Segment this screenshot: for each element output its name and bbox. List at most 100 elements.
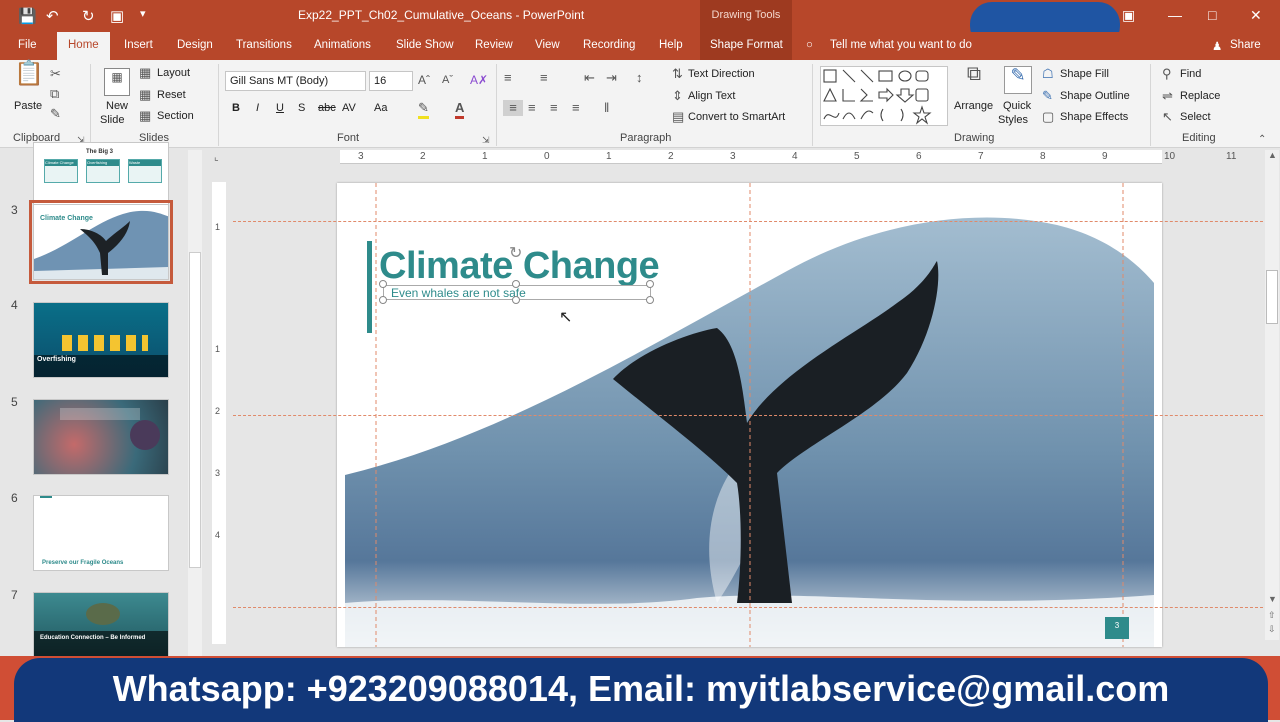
strikethrough-button[interactable]: abc: [318, 102, 336, 114]
tab-insert[interactable]: Insert: [124, 39, 153, 51]
character-spacing-button[interactable]: AV: [342, 102, 356, 114]
shape-fill-button[interactable]: Shape Fill: [1060, 68, 1109, 80]
share-button[interactable]: Share: [1230, 39, 1261, 51]
arrange-icon[interactable]: ⧉: [960, 64, 988, 94]
tab-file[interactable]: File: [18, 39, 37, 51]
clear-formatting-icon[interactable]: A✗: [470, 72, 488, 88]
line-spacing-icon[interactable]: ↕: [636, 70, 643, 86]
thumbnail-slide-6[interactable]: Preserve our Fragile Oceans: [33, 495, 169, 571]
shapes-gallery[interactable]: [820, 66, 948, 126]
scroll-down-icon[interactable]: ▼: [1268, 594, 1277, 604]
shape-effects-button[interactable]: Shape Effects: [1060, 111, 1128, 123]
tab-shape-format[interactable]: Shape Format: [710, 39, 783, 51]
text-direction-icon[interactable]: ⇅: [672, 66, 683, 82]
tab-home[interactable]: Home: [57, 32, 110, 60]
align-center-icon[interactable]: ≡: [528, 100, 536, 116]
replace-icon[interactable]: ⇌: [1162, 88, 1173, 104]
smartart-icon[interactable]: ▤: [672, 109, 684, 125]
font-size-combo[interactable]: 16: [369, 71, 413, 91]
customize-icon[interactable]: ▾: [140, 7, 146, 20]
thumbnail-slide-5[interactable]: [33, 399, 169, 475]
new-slide-icon[interactable]: ▦: [104, 68, 130, 96]
copy-icon[interactable]: ⧉: [50, 86, 59, 102]
scroll-up-icon[interactable]: ▲: [1268, 150, 1277, 160]
tab-transitions[interactable]: Transitions: [236, 39, 292, 51]
resize-handle[interactable]: [646, 280, 654, 288]
collapse-ribbon-icon[interactable]: ⌃: [1258, 132, 1266, 148]
align-left-icon[interactable]: ≡: [503, 100, 523, 116]
font-dialog-launcher-icon[interactable]: ⇲: [482, 132, 490, 148]
thumbnail-slide-3[interactable]: Climate Change: [29, 200, 173, 284]
change-case-button[interactable]: Aa: [374, 102, 387, 114]
highlight-icon[interactable]: ✎: [418, 100, 429, 119]
cut-icon[interactable]: ✂: [50, 66, 61, 82]
resize-handle[interactable]: [379, 296, 387, 304]
tab-view[interactable]: View: [535, 39, 560, 51]
text-direction-button[interactable]: Text Direction: [688, 68, 755, 80]
save-icon[interactable]: 💾: [18, 7, 37, 25]
share-icon[interactable]: ♟: [1212, 39, 1222, 53]
select-icon[interactable]: ↖: [1162, 109, 1173, 125]
paste-icon[interactable]: 📋: [14, 62, 44, 96]
numbering-icon[interactable]: ≡: [540, 70, 548, 86]
layout-button[interactable]: Layout: [157, 67, 190, 79]
justify-icon[interactable]: ≡: [572, 100, 580, 116]
minimize-icon[interactable]: —: [1168, 7, 1182, 23]
bold-button[interactable]: B: [232, 102, 240, 114]
convert-smartart-button[interactable]: Convert to SmartArt: [688, 111, 785, 123]
paste-button[interactable]: Paste: [14, 100, 42, 112]
increase-indent-icon[interactable]: ⇥: [606, 70, 617, 86]
resize-handle[interactable]: [379, 280, 387, 288]
thumbnail-slide-4[interactable]: Overfishing: [33, 302, 169, 378]
previous-slide-icon[interactable]: ⇧: [1268, 610, 1276, 621]
rotate-handle-icon[interactable]: ↻: [509, 243, 522, 263]
arrange-button[interactable]: Arrange: [954, 100, 993, 112]
next-slide-icon[interactable]: ⇩: [1268, 624, 1276, 635]
section-button[interactable]: Section: [157, 110, 194, 122]
font-color-icon[interactable]: A: [455, 100, 465, 119]
maximize-icon[interactable]: □: [1208, 7, 1216, 23]
find-button[interactable]: Find: [1180, 68, 1201, 80]
tab-animations[interactable]: Animations: [314, 39, 371, 51]
tab-design[interactable]: Design: [177, 39, 213, 51]
tab-slide-show[interactable]: Slide Show: [396, 39, 454, 51]
editor-scrollbar[interactable]: ▲ ▼ ⇧ ⇩: [1265, 150, 1279, 640]
quick-styles-label-2[interactable]: Styles: [998, 114, 1028, 126]
resize-handle[interactable]: [646, 296, 654, 304]
shape-outline-button[interactable]: Shape Outline: [1060, 90, 1130, 102]
layout-icon[interactable]: ▦: [139, 65, 151, 81]
close-icon[interactable]: ✕: [1250, 7, 1262, 24]
columns-icon[interactable]: ‖: [604, 100, 609, 116]
shadow-button[interactable]: S: [298, 102, 305, 114]
quick-styles-label-1[interactable]: Quick: [1003, 100, 1031, 112]
align-text-button[interactable]: Align Text: [688, 90, 736, 102]
redo-icon[interactable]: ↻: [82, 7, 95, 25]
section-icon[interactable]: ▦: [139, 108, 151, 124]
tell-me-search[interactable]: Tell me what you want to do: [830, 39, 972, 51]
undo-icon[interactable]: ↶: [46, 7, 59, 25]
new-slide-label-1[interactable]: New: [106, 100, 128, 112]
underline-button[interactable]: U: [276, 102, 284, 114]
reset-icon[interactable]: ▦: [139, 87, 151, 103]
align-text-icon[interactable]: ⇕: [672, 88, 683, 104]
increase-font-icon[interactable]: Aˆ: [418, 72, 430, 88]
font-name-combo[interactable]: Gill Sans MT (Body): [225, 71, 366, 91]
shape-outline-icon[interactable]: ✎: [1042, 88, 1053, 104]
tab-recording[interactable]: Recording: [583, 39, 635, 51]
reset-button[interactable]: Reset: [157, 89, 186, 101]
ribbon-display-icon[interactable]: ▣: [1122, 7, 1135, 24]
decrease-indent-icon[interactable]: ⇤: [584, 70, 595, 86]
shape-effects-icon[interactable]: ▢: [1042, 109, 1054, 125]
decrease-font-icon[interactable]: Aˇ: [442, 72, 453, 88]
tab-review[interactable]: Review: [475, 39, 513, 51]
select-button[interactable]: Select: [1180, 111, 1211, 123]
resize-handle[interactable]: [512, 296, 520, 304]
new-slide-label-2[interactable]: Slide: [100, 114, 124, 126]
present-icon[interactable]: ▣: [110, 7, 124, 25]
format-painter-icon[interactable]: ✎: [50, 106, 61, 122]
align-right-icon[interactable]: ≡: [550, 100, 558, 116]
tab-stop-selector[interactable]: ⌞: [214, 152, 219, 163]
replace-button[interactable]: Replace: [1180, 90, 1220, 102]
resize-handle[interactable]: [512, 280, 520, 288]
shape-fill-icon[interactable]: ☖: [1042, 66, 1054, 82]
